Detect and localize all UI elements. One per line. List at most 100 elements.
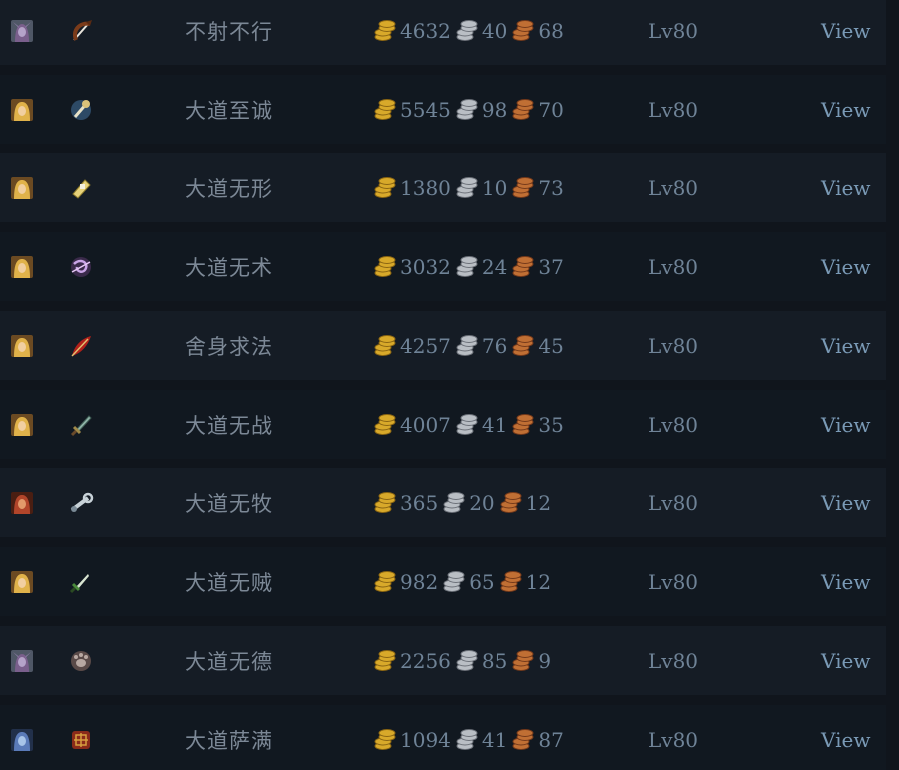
view-link[interactable]: View <box>821 390 870 459</box>
class-cell <box>68 0 94 65</box>
silver-coin-icon <box>456 98 478 120</box>
silver-coin-icon <box>456 176 478 198</box>
gold-coin-icon <box>374 19 396 41</box>
class-cell <box>68 311 94 380</box>
character-level: Lv80 <box>648 490 699 515</box>
character-row: 舍身求法 4257 76 45 Lv80 View <box>0 311 886 380</box>
copper-coin-icon <box>500 491 522 513</box>
money-display: 4632 40 68 <box>373 0 568 65</box>
character-level: Lv80 <box>648 333 699 358</box>
silver-amount: 10 <box>481 175 508 200</box>
character-level: Lv80 <box>648 97 699 122</box>
race-cell <box>11 547 33 616</box>
copper-amount: 9 <box>538 648 552 673</box>
view-link[interactable]: View <box>821 311 870 380</box>
money-display: 5545 98 70 <box>373 75 568 144</box>
race-cell <box>11 0 33 65</box>
money-display: 2256 85 9 <box>373 626 555 695</box>
human-portrait-icon <box>11 413 33 436</box>
view-link[interactable]: View <box>821 75 870 144</box>
human-portrait-icon <box>11 176 33 199</box>
character-name: 大道无贼 <box>185 570 273 595</box>
bow-icon <box>73 19 92 41</box>
character-level: Lv80 <box>648 254 699 279</box>
gold-coin-icon <box>374 98 396 120</box>
wrench-icon <box>70 492 94 512</box>
gold-coin-icon <box>374 334 396 356</box>
silver-coin-icon <box>456 19 478 41</box>
character-row: 大道至诚 5545 98 70 Lv80 View <box>0 75 886 144</box>
character-name: 大道无德 <box>185 649 273 674</box>
character-row: 大道无形 1380 10 73 Lv80 View <box>0 153 886 222</box>
silver-coin-icon <box>443 570 465 592</box>
character-level: Lv80 <box>648 727 699 752</box>
arcane-swirl-icon <box>71 256 91 277</box>
class-cell <box>68 468 94 537</box>
class-cell <box>68 75 94 144</box>
silver-coin-icon <box>443 491 465 513</box>
view-link[interactable]: View <box>821 0 870 65</box>
silver-amount: 40 <box>481 18 508 43</box>
gold-amount: 4007 <box>400 412 451 437</box>
money-display: 1094 41 87 <box>373 705 568 770</box>
sword-icon <box>70 414 92 436</box>
paw-icon <box>71 650 91 671</box>
gold-amount: 365 <box>400 490 439 515</box>
character-name: 舍身求法 <box>185 334 273 359</box>
gold-coin-icon <box>374 413 396 435</box>
character-level: Lv80 <box>648 18 699 43</box>
human-portrait-icon <box>11 98 33 121</box>
copper-amount: 70 <box>538 97 564 122</box>
character-name: 大道无术 <box>185 255 273 280</box>
race-cell <box>11 468 33 537</box>
character-name: 大道无战 <box>185 413 273 438</box>
copper-coin-icon <box>512 728 534 750</box>
character-name: 大道萨满 <box>185 728 273 753</box>
gold-coin-icon <box>374 491 396 513</box>
silver-amount: 98 <box>481 97 508 122</box>
priest-scroll-icon <box>72 178 91 199</box>
gold-amount: 2256 <box>400 648 451 673</box>
gold-amount: 1094 <box>400 727 451 752</box>
night-elf-portrait-icon <box>11 649 33 672</box>
gold-coin-icon <box>374 176 396 198</box>
money-display: 982 65 12 <box>373 547 555 616</box>
gold-coin-icon <box>374 570 396 592</box>
silver-coin-icon <box>456 334 478 356</box>
silver-amount: 20 <box>469 490 495 515</box>
character-row: 大道无战 4007 41 35 Lv80 View <box>0 390 886 459</box>
character-level: Lv80 <box>648 412 699 437</box>
gold-coin-icon <box>374 728 396 750</box>
silver-amount: 24 <box>481 254 508 279</box>
character-row: 大道无贼 982 65 12 Lv80 View <box>0 547 886 616</box>
class-cell <box>68 705 94 770</box>
character-list: 不射不行 4632 40 68 Lv80 View 大道至诚 5545 98 7… <box>0 0 899 770</box>
view-link[interactable]: View <box>821 153 870 222</box>
character-name: 大道至诚 <box>185 98 273 123</box>
gold-amount: 4632 <box>400 18 451 43</box>
dagger-icon <box>69 573 89 593</box>
view-link[interactable]: View <box>821 626 870 695</box>
gold-coin-icon <box>374 649 396 671</box>
view-link[interactable]: View <box>821 547 870 616</box>
character-level: Lv80 <box>648 175 699 200</box>
silver-amount: 85 <box>481 648 508 673</box>
gold-amount: 5545 <box>400 97 451 122</box>
class-cell <box>68 547 94 616</box>
view-link[interactable]: View <box>821 232 870 301</box>
copper-amount: 35 <box>538 412 564 437</box>
view-link[interactable]: View <box>821 468 870 537</box>
human-portrait-icon <box>11 570 33 593</box>
race-cell <box>11 232 33 301</box>
human-portrait-icon <box>11 334 33 357</box>
class-cell <box>68 232 94 301</box>
silver-coin-icon <box>456 255 478 277</box>
race-cell <box>11 705 33 770</box>
holy-mace-icon <box>71 99 91 120</box>
draenei-portrait-icon <box>11 728 33 751</box>
character-row: 大道萨满 1094 41 87 Lv80 View <box>0 705 886 770</box>
race-cell <box>11 153 33 222</box>
view-link[interactable]: View <box>821 705 870 770</box>
class-cell <box>68 153 94 222</box>
race-cell <box>11 75 33 144</box>
